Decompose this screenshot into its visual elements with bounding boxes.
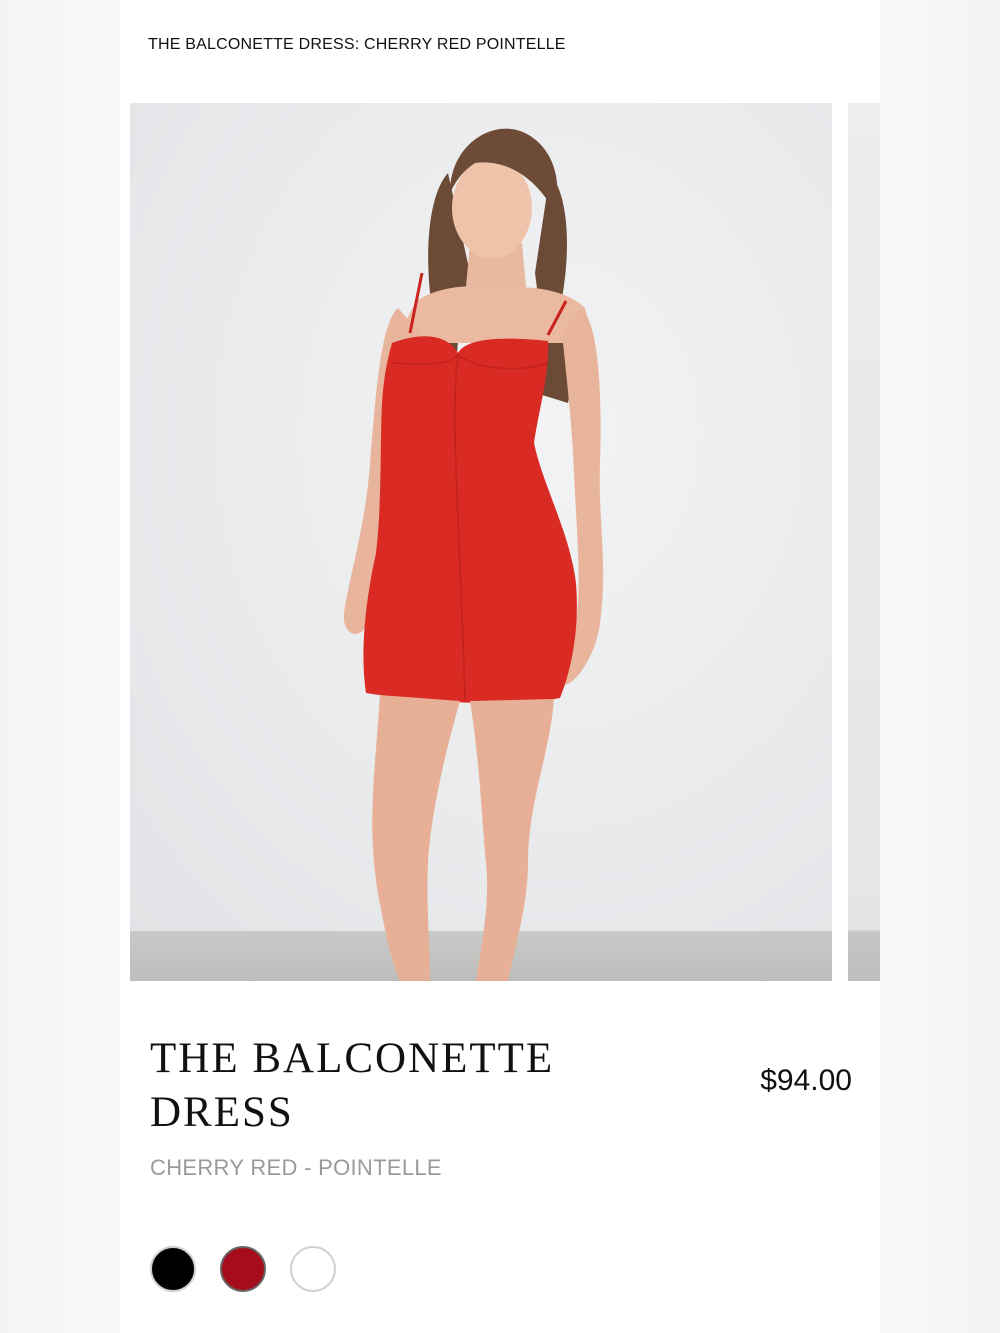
swatch-cherry-red[interactable] xyxy=(220,1246,266,1292)
left-gutter xyxy=(0,0,120,1333)
product-variant: CHERRY RED - POINTELLE xyxy=(150,1155,442,1180)
breadcrumb: THE BALCONETTE DRESS: CHERRY RED POINTEL… xyxy=(148,36,566,53)
next-photo-peek[interactable] xyxy=(848,103,880,981)
product-photo[interactable] xyxy=(130,103,832,981)
model-figure xyxy=(343,128,604,981)
product-page: THE BALCONETTE DRESS: CHERRY RED POINTEL… xyxy=(120,0,880,1333)
product-title: THE BALCONETTE DRESS xyxy=(150,1035,555,1136)
product-price: $94.00 xyxy=(760,1064,852,1097)
color-swatches xyxy=(150,1246,336,1292)
screen: THE BALCONETTE DRESS: CHERRY RED POINTEL… xyxy=(0,0,1000,1333)
image-carousel[interactable] xyxy=(130,103,880,981)
swatch-white[interactable] xyxy=(290,1246,336,1292)
right-gutter xyxy=(880,0,1000,1333)
swatch-black[interactable] xyxy=(150,1246,196,1292)
